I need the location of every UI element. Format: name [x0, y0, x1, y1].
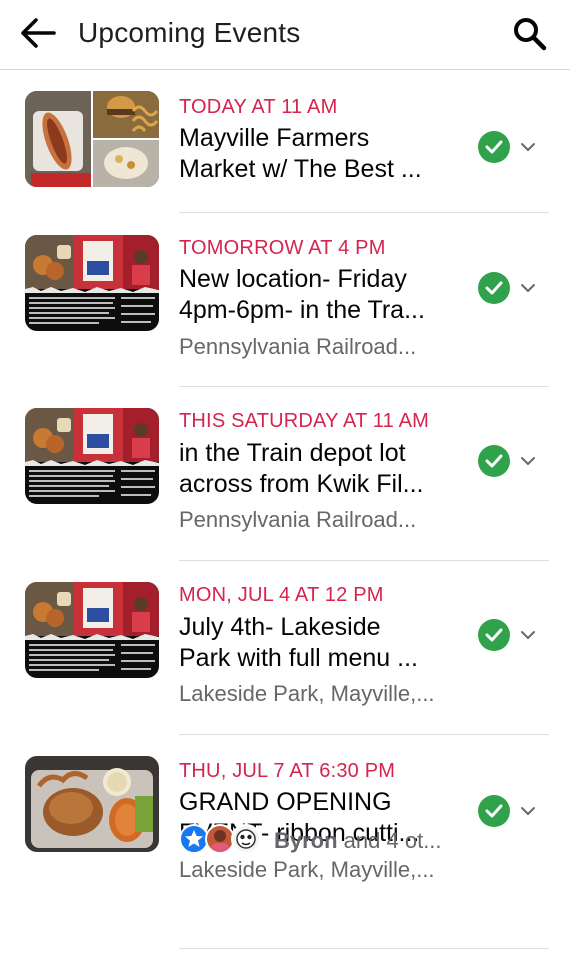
event-title-line: New location- Friday [179, 265, 407, 293]
event-location: Lakeside Park, Mayville,... [179, 857, 435, 882]
event-title-line: July 4th- Lakeside [179, 613, 381, 641]
event-date: MON, JUL 4 AT 12 PM [179, 584, 384, 606]
food-photo-image [25, 756, 159, 852]
event-location: Pennsylvania Railroad... [179, 334, 417, 359]
event-date: THIS SATURDAY AT 11 AM [179, 410, 430, 432]
event-thumbnail-food[interactable] [25, 756, 159, 852]
event-title-line: Park with full menu ... [179, 644, 418, 672]
check-circle-icon [478, 795, 510, 827]
event-thumbnail-flyer[interactable] [25, 582, 159, 678]
friends-going-row[interactable]: Byron and 4 ot... [179, 824, 479, 858]
friends-count-text: and 4 ot... [337, 828, 442, 853]
search-button[interactable] [510, 14, 550, 54]
check-circle-icon [478, 445, 510, 477]
event-title[interactable]: Mayville Farmers Market w/ The Best ... [179, 123, 469, 185]
page-title: Upcoming Events [78, 17, 301, 48]
event-item[interactable]: THIS SATURDAY AT 11 AM in the Train depo… [0, 387, 570, 561]
divider [179, 948, 549, 949]
flyer-photo-image [25, 408, 159, 504]
arrow-left-icon [21, 18, 56, 48]
going-dropdown-button[interactable] [478, 131, 542, 167]
chevron-down-icon [521, 143, 535, 152]
event-title-line: across from Kwik Fil... [179, 470, 424, 498]
check-circle-icon [478, 272, 510, 304]
event-title-line: in the Train depot lot [179, 439, 406, 467]
event-date: TOMORROW AT 4 PM [179, 237, 386, 259]
event-title[interactable]: in the Train depot lot across from Kwik … [179, 438, 469, 500]
going-dropdown-button[interactable] [478, 445, 542, 481]
check-circle-icon [478, 619, 510, 651]
event-title[interactable]: New location- Friday 4pm-6pm- in the Tra… [179, 264, 469, 326]
back-button[interactable] [18, 15, 58, 51]
event-title-line: Mayville Farmers [179, 124, 370, 152]
top-bar: Upcoming Events [0, 0, 570, 70]
food-photo-image [25, 91, 159, 187]
event-date: THU, JUL 7 AT 6:30 PM [179, 760, 396, 782]
friend-name: Byron [274, 828, 338, 853]
going-dropdown-button[interactable] [478, 272, 542, 308]
chevron-down-icon [521, 631, 535, 640]
event-title[interactable]: July 4th- Lakeside Park with full menu .… [179, 612, 469, 674]
going-dropdown-button[interactable] [478, 795, 542, 831]
event-item[interactable]: MON, JUL 4 AT 12 PM July 4th- Lakeside P… [0, 561, 570, 735]
event-thumbnail-flyer[interactable] [25, 235, 159, 331]
chevron-down-icon [521, 807, 535, 816]
going-dropdown-button[interactable] [478, 619, 542, 655]
event-location: Lakeside Park, Mayville,... [179, 681, 435, 706]
event-thumbnail-flyer[interactable] [25, 408, 159, 504]
chevron-down-icon [521, 284, 535, 293]
avatar [231, 824, 261, 854]
event-title-line: 4pm-6pm- in the Tra... [179, 296, 425, 324]
event-item[interactable]: TOMORROW AT 4 PM New location- Friday 4p… [0, 213, 570, 387]
flyer-photo-image [25, 582, 159, 678]
event-location: Pennsylvania Railroad... [179, 507, 417, 532]
friends-going-text: Byron and 4 ot... [274, 827, 442, 855]
chevron-down-icon [521, 457, 535, 466]
event-item[interactable]: TODAY AT 11 AM Mayville Farmers Market w… [0, 71, 570, 213]
check-circle-icon [478, 131, 510, 163]
search-icon [514, 18, 547, 51]
event-thumbnail-food[interactable] [25, 91, 159, 187]
flyer-photo-image [25, 235, 159, 331]
event-title-line: Market w/ The Best ... [179, 155, 422, 183]
event-date: TODAY AT 11 AM [179, 96, 338, 118]
event-title-line: GRAND OPENING [179, 788, 392, 816]
